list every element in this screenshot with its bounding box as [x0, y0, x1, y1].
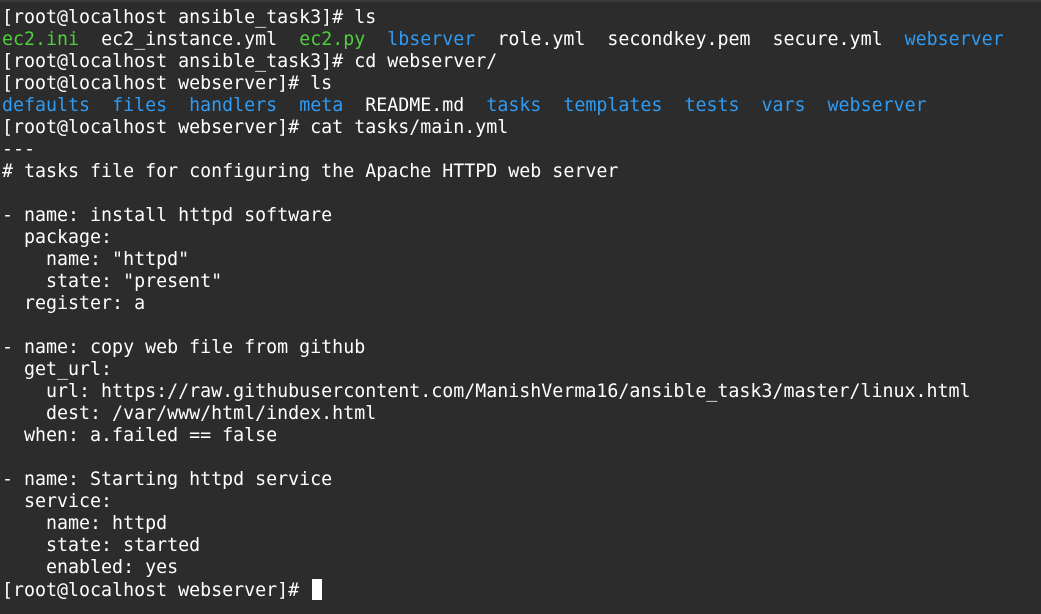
file-line: # tasks file for configuring the Apache …	[2, 161, 619, 182]
prompt-line-ls: [root@localhost ansible_task3]# ls	[2, 7, 377, 28]
file-line: name: "httpd"	[2, 249, 190, 270]
file-line	[2, 315, 1041, 337]
ls-entry: secondkey.pem	[607, 29, 751, 50]
file-line	[2, 447, 1041, 469]
file-line: state: started	[2, 535, 201, 556]
ls-entry: webserver	[827, 95, 927, 116]
ls-entry: ec2.ini	[2, 29, 80, 50]
file-line: service:	[2, 491, 113, 512]
current-prompt-line[interactable]: [root@localhost webserver]#	[2, 579, 1041, 601]
text-cursor	[312, 579, 323, 600]
ls-output-ansible-task3: ec2.ini ec2_instance.yml ec2.py lbserver…	[2, 29, 1041, 51]
file-line: state: "present"	[2, 271, 223, 292]
prompt-line-ls-webserver: [root@localhost webserver]# ls	[2, 73, 333, 94]
current-prompt: [root@localhost webserver]#	[2, 580, 311, 601]
ls-entry: ec2_instance.yml	[101, 29, 278, 50]
file-line: dest: /var/www/html/index.html	[2, 403, 377, 424]
ls-entry: templates	[563, 95, 663, 116]
file-content: --- # tasks file for configuring the Apac…	[2, 139, 1041, 579]
ls-entry: vars	[761, 95, 806, 116]
prompt-line-cd: [root@localhost ansible_task3]# cd webse…	[2, 51, 498, 72]
file-line: - name: Starting httpd service	[2, 469, 333, 490]
file-line: register: a	[2, 293, 146, 314]
file-line: when: a.failed == false	[2, 425, 278, 446]
file-line: - name: copy web file from github	[2, 337, 366, 358]
ls-entry: lbserver	[387, 29, 476, 50]
ls-entry: webserver	[904, 29, 1004, 50]
prompt-line-cat: [root@localhost webserver]# cat tasks/ma…	[2, 117, 509, 138]
ls-entry: files	[112, 95, 168, 116]
terminal-window[interactable]: [root@localhost ansible_task3]# ls ec2.i…	[0, 0, 1041, 614]
ls-entry: tasks	[486, 95, 542, 116]
ls-entry: secure.yml	[772, 29, 883, 50]
ls-entry: ec2.py	[299, 29, 366, 50]
file-line	[2, 183, 1041, 205]
file-line: get_url:	[2, 359, 113, 380]
file-line: enabled: yes	[2, 557, 179, 578]
file-line: package:	[2, 227, 113, 248]
file-line: name: httpd	[2, 513, 168, 534]
window-top-edge	[0, 0, 1041, 2]
ls-entry: handlers	[189, 95, 278, 116]
ls-entry: tests	[684, 95, 740, 116]
file-line: ---	[2, 139, 36, 160]
ls-entry: role.yml	[497, 29, 586, 50]
file-line: url: https://raw.githubusercontent.com/M…	[2, 381, 971, 402]
ls-output-webserver: defaults files handlers meta README.md t…	[2, 95, 1041, 117]
ls-entry: defaults	[2, 95, 91, 116]
ls-entry: meta	[299, 95, 344, 116]
file-line: - name: install httpd software	[2, 205, 333, 226]
ls-entry: README.md	[365, 95, 465, 116]
